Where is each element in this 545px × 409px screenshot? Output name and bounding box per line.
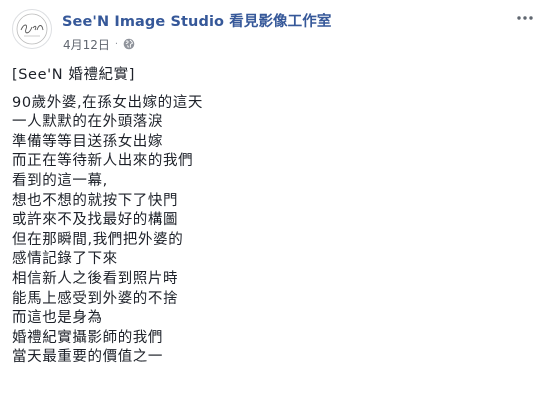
post-title: [See'N 婚禮紀實]: [12, 67, 136, 83]
post-line: 相信新人之後看到照片時: [12, 270, 179, 287]
more-options-icon[interactable]: [513, 8, 537, 28]
meta-separator: ·: [114, 38, 119, 50]
globe-icon[interactable]: [123, 38, 135, 50]
post-line: 想也不想的就按下了快門: [12, 192, 179, 209]
post-line: 婚禮紀實攝影師的我們: [12, 329, 163, 346]
post-line: 90歲外婆,在孫女出嫁的這天: [12, 94, 203, 111]
post-date-link[interactable]: 4月12日: [63, 36, 110, 53]
facebook-post: See'N Image Studio 看見影像工作室 4月12日 · [See'…: [0, 0, 545, 409]
post-line: 但在那瞬間,我們把外婆的: [12, 231, 184, 248]
post-line: 當天最重要的價值之一: [12, 349, 163, 366]
post-line: 或許來不及找最好的構圖: [12, 212, 179, 229]
page-name-link[interactable]: See'N Image Studio 看見影像工作室: [62, 10, 331, 31]
post-body: [See'N 婚禮紀實] 90歲外婆,在孫女出嫁的這天 一人默默的在外頭落淚 準…: [12, 66, 533, 368]
post-line: 準備等等目送孫女出嫁: [12, 133, 163, 150]
page-avatar[interactable]: [12, 9, 52, 49]
post-line: 感情記錄了下來: [12, 251, 118, 268]
studio-logo-icon: [16, 13, 48, 45]
post-line: 看到的這一幕,: [12, 172, 108, 189]
post-line: 能馬上感受到外婆的不捨: [12, 290, 179, 307]
post-meta: 4月12日 ·: [63, 36, 135, 52]
post-line: 而這也是身為: [12, 310, 103, 327]
post-line: 而正在等待新人出來的我們: [12, 153, 194, 170]
post-line: 一人默默的在外頭落淚: [12, 114, 163, 131]
